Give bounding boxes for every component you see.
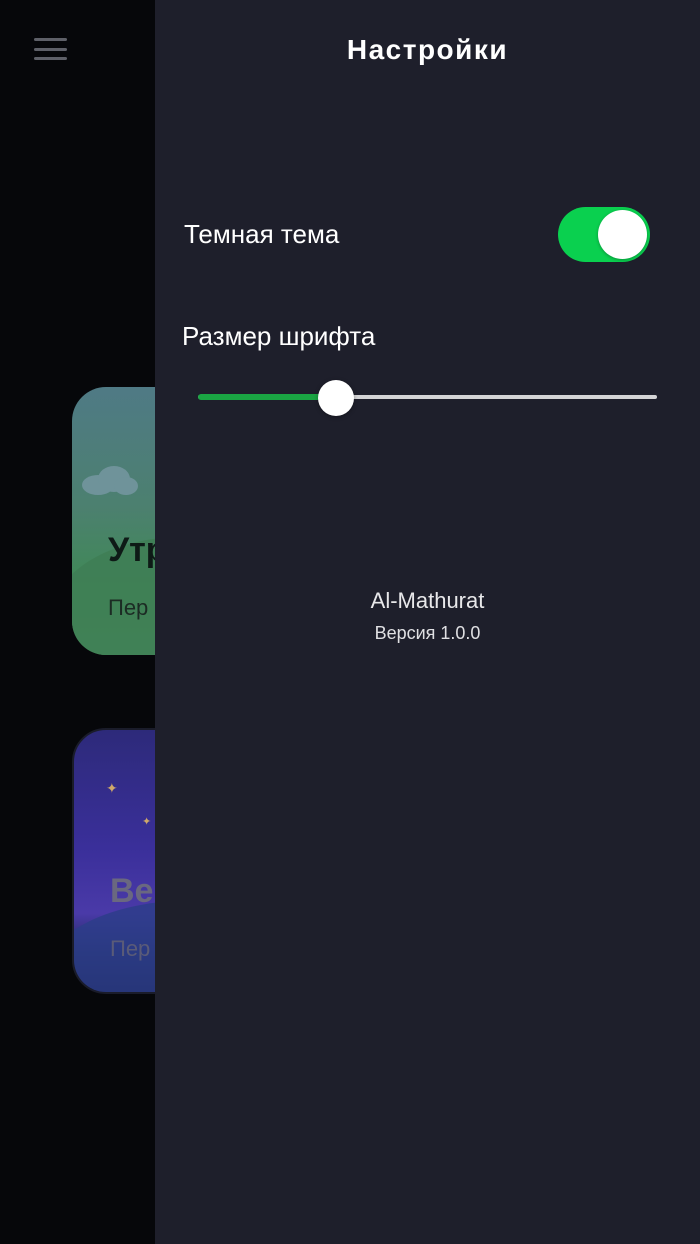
card-title: Ве (110, 872, 154, 910)
toggle-knob (598, 210, 647, 259)
card-subtitle: Пер (108, 595, 149, 620)
star-icon: ✦ (106, 780, 118, 796)
dark-theme-toggle[interactable] (558, 207, 650, 262)
star-icon: ✦ (142, 816, 152, 828)
slider-thumb[interactable] (317, 380, 354, 416)
dark-theme-label: Темная тема (184, 219, 340, 249)
page-title: Настройки (346, 34, 509, 65)
font-size-label: Размер шрифта (182, 321, 376, 351)
card-subtitle: Пер (110, 936, 151, 961)
app-version: Версия 1.0.0 (374, 623, 481, 643)
menu-icon[interactable] (34, 38, 67, 62)
settings-drawer: Настройки Темная тема Размер шрифта Al-M… (155, 0, 700, 1244)
font-size-slider[interactable] (198, 380, 657, 416)
cloud-icon (82, 466, 138, 495)
app-name: Al-Mathurat (370, 588, 485, 613)
slider-fill (198, 394, 336, 400)
